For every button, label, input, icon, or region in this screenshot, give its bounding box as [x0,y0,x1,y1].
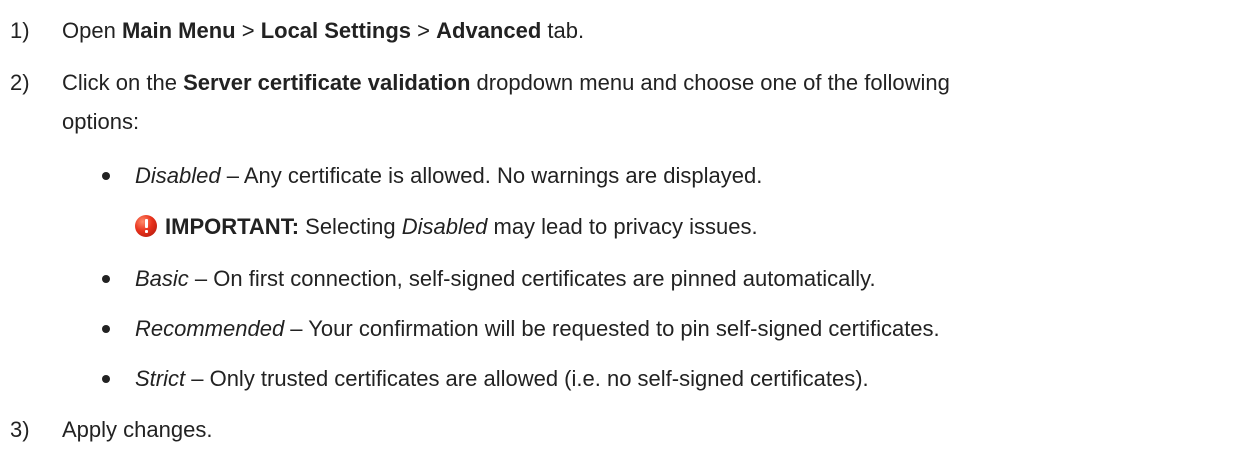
menu-path-advanced: Advanced [436,18,542,43]
option-strict: Strict – Only trusted certificates are a… [135,364,869,394]
option-description: – On first connection, self-signed certi… [188,266,876,291]
bullet-icon [102,375,110,383]
option-name: Strict [135,366,186,391]
option-description: – Any certificate is allowed. No warning… [220,163,763,188]
option-recommended: Recommended – Your confirmation will be … [135,314,940,344]
important-label: IMPORTANT: [165,214,300,239]
bullet-icon [102,325,110,333]
step-text: Open Main Menu > Local Settings > Advanc… [62,18,585,43]
menu-path-local-settings: Local Settings [260,18,412,43]
step-number: 3) [10,417,30,442]
important-note: IMPORTANT: Selecting Disabled may lead t… [135,212,758,242]
warning-icon [135,215,157,237]
option-basic: Basic – On first connection, self-signed… [135,264,876,294]
setting-name: Server certificate validation [183,70,471,95]
step-number: 2) [10,70,30,95]
step-2-continuation: options: [62,109,140,134]
option-disabled: Disabled – Any certificate is allowed. N… [135,161,762,191]
option-name: Recommended [135,316,285,341]
option-description: – Your confirmation will be requested to… [284,316,940,341]
option-description: – Only trusted certificates are allowed … [185,366,869,391]
option-name: Basic [135,266,189,291]
option-name: Disabled [135,163,221,188]
menu-path-main-menu: Main Menu [121,18,236,43]
step-text: Apply changes. [62,417,213,442]
instructions-document: 1) Open Main Menu > Local Settings > Adv… [0,0,1247,465]
step-number: 1) [10,18,30,43]
step-text: Click on the Server certificate validati… [62,70,950,95]
bullet-icon [102,172,110,180]
bullet-icon [102,275,110,283]
